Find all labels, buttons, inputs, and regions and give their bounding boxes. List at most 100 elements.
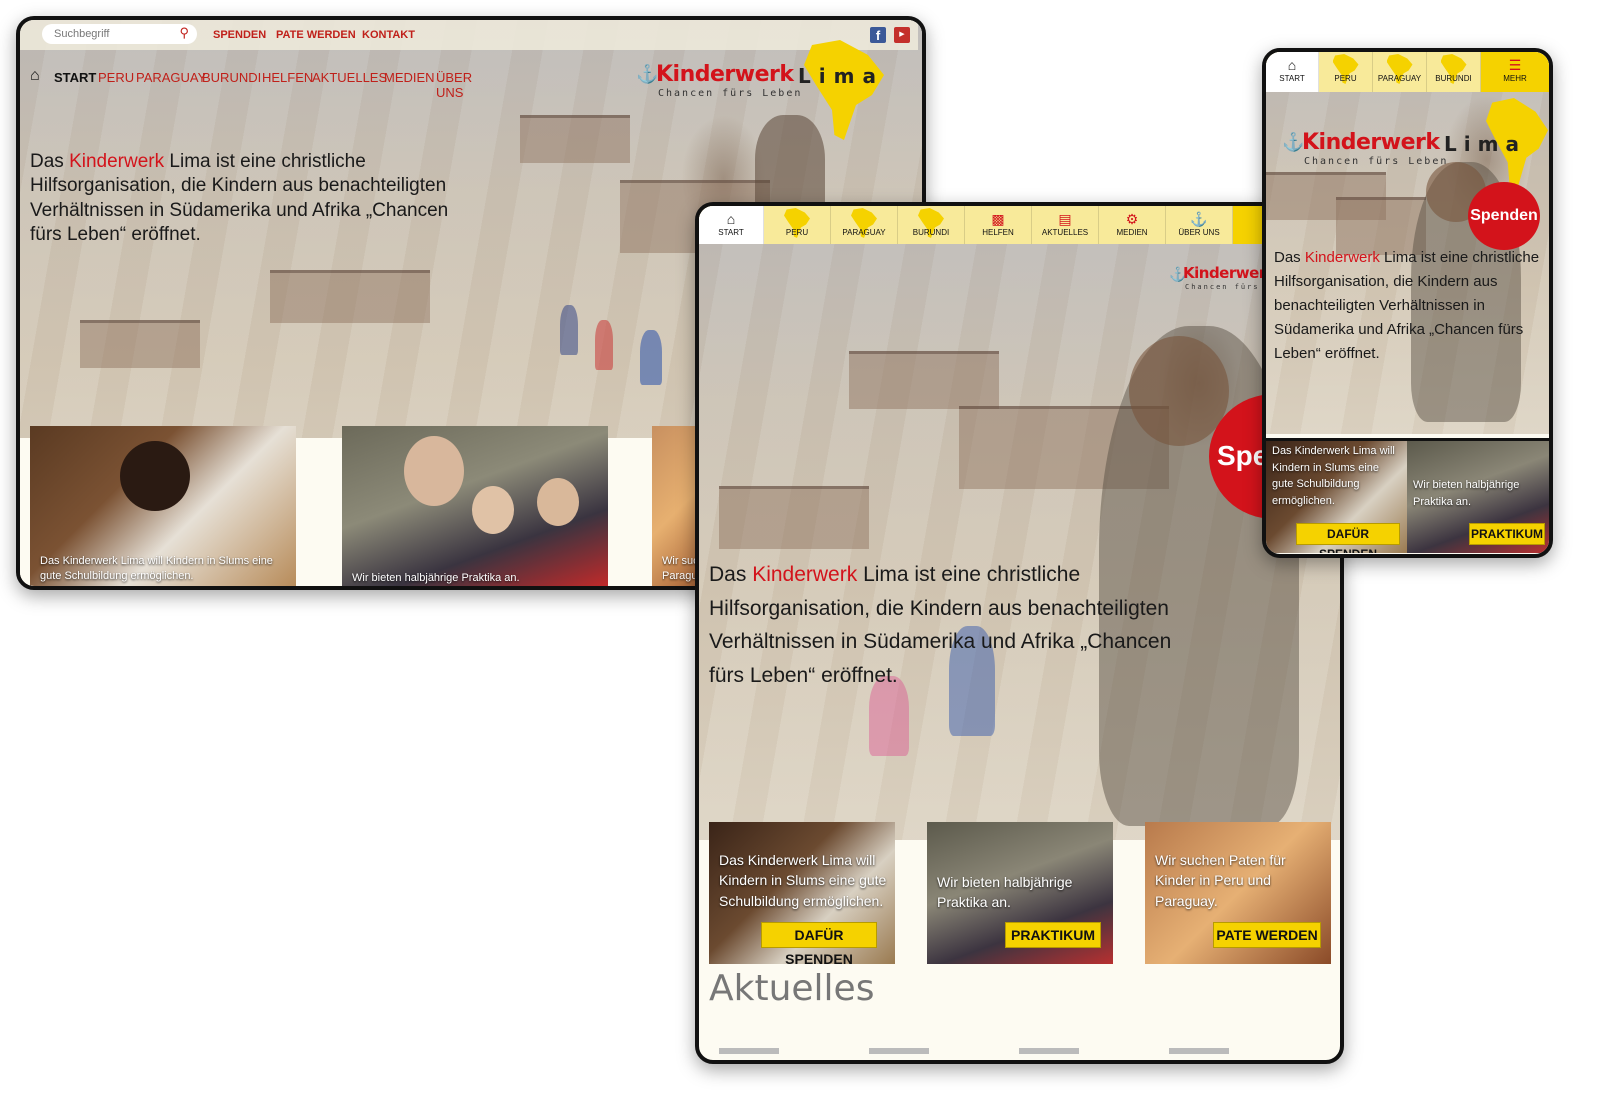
card-pate-werden[interactable]: Wir suchen Paten für Kinder in Peru und … xyxy=(1145,822,1331,964)
card-caption: Wir bieten halbjährige Praktika an. xyxy=(352,572,520,584)
praktikum-button[interactable]: PRAKTIKUM xyxy=(1005,922,1101,948)
tab-label: AKTUELLES xyxy=(1041,228,1089,237)
tab-paraguay[interactable]: PARAGUAY xyxy=(1373,52,1427,92)
card-photo-detail xyxy=(537,478,579,526)
logo-lima[interactable]: Lima xyxy=(798,64,884,88)
card-caption: Wir suchen Paten für Kinder in Peru und … xyxy=(1155,852,1286,909)
scene-child xyxy=(560,305,578,355)
card-caption: Wir bieten halbjährige Praktika an. xyxy=(937,874,1073,911)
tab-label: MEDIEN xyxy=(1116,228,1148,237)
tab-label: BURUNDI xyxy=(1435,74,1472,83)
tab-burundi[interactable]: BURUNDI xyxy=(898,206,965,244)
hero-text-start: Das xyxy=(1274,249,1305,266)
gift-icon: ▩ xyxy=(991,211,1005,227)
card-praktikum[interactable]: Wir bieten halbjährige Praktika an. PRAK… xyxy=(927,822,1113,964)
card-caption: Das Kinderwerk Lima will Kindern in Slum… xyxy=(40,555,273,582)
nav-helfen[interactable]: HELFEN xyxy=(262,70,313,85)
tab-label: BURUNDI xyxy=(912,228,950,237)
facebook-icon[interactable]: f xyxy=(870,27,886,43)
tab-start[interactable]: ⌂ START xyxy=(699,206,764,244)
hero-text-highlight: Kinderwerk xyxy=(1304,249,1380,266)
top-link-spenden[interactable]: SPENDEN xyxy=(213,29,266,41)
logo-kinderwerk[interactable]: Kinderwer xyxy=(1183,264,1266,282)
hero-text-start: Das xyxy=(30,151,70,172)
tab-peru[interactable]: PERU xyxy=(764,206,831,244)
top-bar: Suchbegriff ⚲ SPENDEN PATE WERDEN KONTAK… xyxy=(20,20,918,50)
card-photo-detail xyxy=(472,486,514,534)
tab-label: START xyxy=(718,228,744,237)
scene-house xyxy=(520,115,630,163)
section-title-aktuelles: Aktuelles xyxy=(709,968,875,1009)
scene-house xyxy=(719,486,869,549)
logo-tagline: Chancen fürs Leben xyxy=(1304,156,1449,167)
tab-label: PERU xyxy=(785,228,809,237)
tab-ueber-uns[interactable]: ⚓ ÜBER UNS xyxy=(1166,206,1233,244)
search-icon[interactable]: ⚲ xyxy=(179,25,189,41)
card-schulbildung[interactable]: Das Kinderwerk Lima will Kindern in Slum… xyxy=(709,822,895,964)
scene-house xyxy=(849,351,999,409)
tab-medien[interactable]: ⚙ MEDIEN xyxy=(1099,206,1166,244)
top-link-pate-werden[interactable]: PATE WERDEN xyxy=(276,29,356,41)
nav-aktuelles[interactable]: AKTUELLES xyxy=(312,70,387,85)
scene-house xyxy=(80,320,200,368)
tab-label: PERU xyxy=(1334,74,1357,83)
nav-paraguay[interactable]: PARAGUAY xyxy=(136,70,206,85)
tablet-tab-bar: ⌂ START PERU PARAGUAY BURUNDI ▩ HELFEN ▤ AK… xyxy=(699,206,1340,244)
tab-peru[interactable]: PERU xyxy=(1319,52,1373,92)
tab-burundi[interactable]: BURUNDI xyxy=(1427,52,1481,92)
pate-werden-button[interactable]: PATE WERDEN xyxy=(1213,922,1321,948)
logo-tagline: Chancen fürs Leben xyxy=(658,88,803,99)
tab-paraguay[interactable]: PARAGUAY xyxy=(831,206,898,244)
tab-label: PARAGUAY xyxy=(1377,74,1422,83)
anchor-icon: ⚓ xyxy=(1190,211,1208,227)
news-teaser-strip xyxy=(719,1048,1319,1054)
card-schulbildung[interactable]: Das Kinderwerk Lima will Kindern in Slum… xyxy=(30,426,296,586)
nav-burundi[interactable]: BURUNDI xyxy=(202,70,261,85)
nav-start[interactable]: START xyxy=(54,70,96,85)
search-box[interactable]: Suchbegriff ⚲ xyxy=(42,24,197,44)
logo-lima[interactable]: Lima xyxy=(1444,132,1526,156)
tab-mehr[interactable]: ☰ MEHR xyxy=(1481,52,1549,92)
nav-ueber-uns[interactable]: ÜBER UNS xyxy=(436,70,472,100)
hero-text-highlight: Kinderwerk xyxy=(69,151,165,172)
home-icon[interactable]: ⌂ xyxy=(30,67,40,85)
tab-start[interactable]: ⌂ START xyxy=(1266,52,1319,92)
spenden-button[interactable]: Spenden xyxy=(1468,182,1540,250)
card-photo-detail xyxy=(120,441,190,511)
dafuer-spenden-button[interactable]: DAFÜR SPENDEN xyxy=(761,922,877,964)
scene-child xyxy=(640,330,662,385)
home-icon: ⌂ xyxy=(726,211,736,227)
tab-label: HELFEN xyxy=(982,228,1014,237)
hero-text: Das Kinderwerk Lima ist eine christliche… xyxy=(1274,246,1540,366)
tab-aktuelles[interactable]: ▤ AKTUELLES xyxy=(1032,206,1099,244)
nav-peru[interactable]: PERU xyxy=(98,70,134,85)
praktikum-button[interactable]: PRAKTIKUM xyxy=(1469,523,1545,545)
scene-child xyxy=(595,320,613,370)
tab-label: MEHR xyxy=(1503,74,1527,83)
card-caption: Das Kinderwerk Lima will Kindern in Slum… xyxy=(719,852,887,909)
card-caption: Das Kinderwerk Lima will Kindern in Slum… xyxy=(1272,445,1395,507)
menu-icon: ☰ xyxy=(1508,57,1522,73)
card-schulbildung[interactable]: Das Kinderwerk Lima will Kindern in Slum… xyxy=(1266,438,1407,553)
card-praktikum[interactable]: Wir bieten halbjährige Praktika an. PRAK… xyxy=(1407,438,1549,553)
phone-tab-bar: ⌂ START PERU PARAGUAY BURUNDI ☰ MEHR xyxy=(1266,52,1549,92)
card-photo-detail xyxy=(404,436,464,506)
youtube-icon[interactable]: ▶ xyxy=(894,27,910,43)
tab-helfen[interactable]: ▩ HELFEN xyxy=(965,206,1032,244)
logo-kinderwerk[interactable]: Kinderwerk xyxy=(1302,130,1440,155)
nav-medien[interactable]: MEDIEN xyxy=(384,70,435,85)
tablet-device-frame: ⌂ START PERU PARAGUAY BURUNDI ▩ HELFEN ▤ AK… xyxy=(695,202,1344,1064)
phone-device-frame: ⌂ START PERU PARAGUAY BURUNDI ☰ MEHR ⚓ Kin… xyxy=(1262,48,1553,558)
media-icon: ⚙ xyxy=(1125,211,1139,227)
search-input[interactable]: Suchbegriff xyxy=(54,28,109,40)
scene-house xyxy=(270,270,430,323)
tab-label: START xyxy=(1279,74,1305,83)
newspaper-icon: ▤ xyxy=(1058,211,1072,227)
dafuer-spenden-button[interactable]: DAFÜR SPENDEN xyxy=(1296,523,1400,553)
card-praktikum[interactable]: Wir bieten halbjährige Praktika an. xyxy=(342,426,608,586)
hero-text-highlight: Kinderwerk xyxy=(752,563,858,586)
spenden-label: Spe xyxy=(1217,440,1269,471)
hero-text: Das Kinderwerk Lima ist eine christliche… xyxy=(30,150,470,247)
top-link-kontakt[interactable]: KONTAKT xyxy=(362,29,415,41)
logo-kinderwerk[interactable]: Kinderwerk xyxy=(656,62,794,87)
